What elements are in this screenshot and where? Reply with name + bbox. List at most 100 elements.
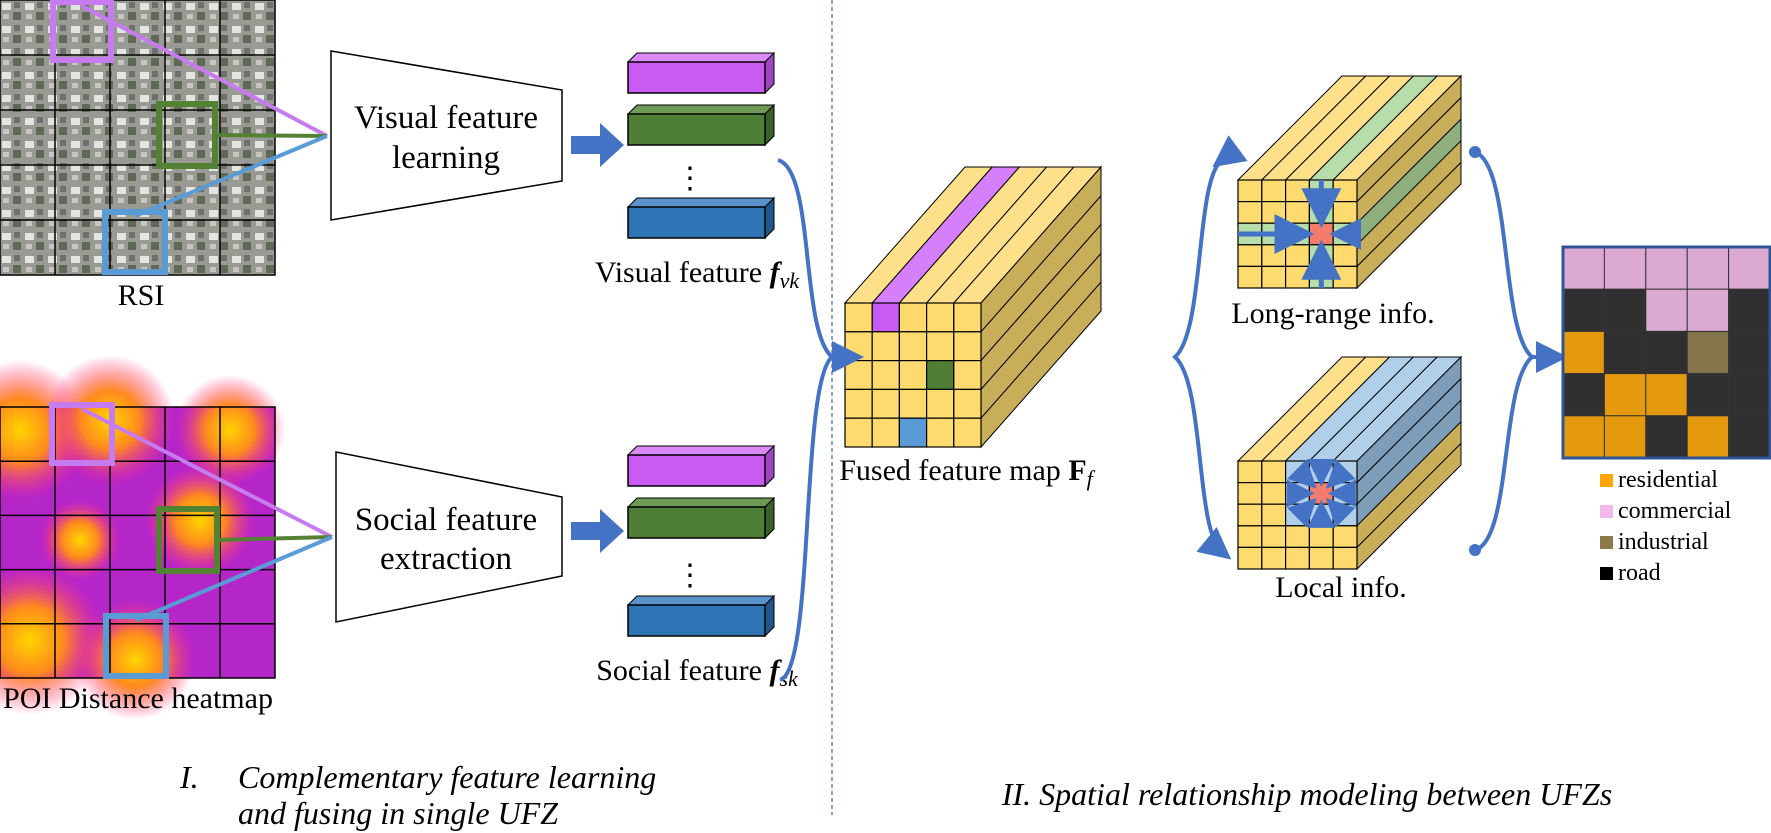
cube-cell bbox=[1261, 525, 1287, 548]
map-cell-residential bbox=[1686, 415, 1730, 459]
caption-part1-number: I. bbox=[179, 759, 199, 795]
cube-cell bbox=[1308, 222, 1334, 246]
cube-cell bbox=[871, 331, 901, 362]
map-cell-commercial bbox=[1686, 246, 1730, 290]
legend-label-commercial: commercial bbox=[1618, 498, 1732, 524]
cube-cell bbox=[871, 360, 901, 391]
map-cell-road bbox=[1603, 330, 1647, 375]
patch-arrow-green bbox=[214, 133, 328, 138]
cube-cell bbox=[1284, 265, 1310, 289]
feature-vector bbox=[627, 454, 766, 487]
cube-cell bbox=[925, 302, 955, 333]
legend-swatch-road bbox=[1600, 567, 1613, 580]
feature-vector bbox=[627, 113, 766, 146]
cube-cell bbox=[1332, 179, 1358, 203]
cube-cell bbox=[1237, 179, 1263, 203]
split-brace bbox=[1172, 135, 1248, 560]
legend: residential commercial industrial road bbox=[1600, 467, 1732, 586]
framework-diagram: RSI POI Distance heatmap Visual feature … bbox=[0, 0, 1771, 831]
cube-cell bbox=[925, 331, 955, 362]
feature-vector bbox=[627, 506, 766, 539]
cube-cell bbox=[844, 302, 873, 333]
feature-vector-top bbox=[626, 52, 776, 63]
block-arrow-icon bbox=[571, 123, 624, 167]
cube-cell bbox=[898, 360, 928, 391]
cube-cell bbox=[844, 388, 873, 419]
cube-cell bbox=[1308, 546, 1334, 570]
cube-cell bbox=[1237, 201, 1263, 224]
cube-cell bbox=[871, 302, 901, 333]
cube-cell bbox=[953, 302, 982, 333]
map-cell-commercial bbox=[1645, 246, 1688, 290]
rsi-label: RSI bbox=[118, 279, 165, 312]
cube-cell bbox=[898, 388, 928, 419]
visual-module-line1: Visual feature bbox=[354, 100, 538, 136]
cube-cell bbox=[1332, 201, 1358, 224]
social-feature-ellipsis: ⋮ bbox=[675, 559, 705, 592]
cube-cell bbox=[1237, 482, 1263, 505]
cube-cell bbox=[1261, 179, 1287, 203]
feature-vector-top bbox=[626, 445, 776, 456]
cube-cell bbox=[1237, 460, 1263, 484]
long-range-cube bbox=[1236, 74, 1463, 290]
map-cell-road bbox=[1562, 373, 1605, 417]
map-cell-commercial bbox=[1603, 246, 1647, 290]
local-cube bbox=[1236, 355, 1463, 571]
cube-cell bbox=[844, 360, 873, 391]
cube-cell bbox=[844, 417, 873, 448]
feature-vector-top bbox=[626, 104, 776, 115]
cube-cell bbox=[1284, 546, 1310, 570]
cube-cell bbox=[1237, 525, 1263, 548]
social-module-line1: Social feature bbox=[355, 502, 537, 538]
cube-cell bbox=[871, 417, 901, 448]
cube-cell bbox=[925, 360, 955, 391]
cube-cell bbox=[898, 302, 928, 333]
cube-cell bbox=[953, 388, 982, 419]
map-cell-residential bbox=[1603, 373, 1647, 417]
feature-vector bbox=[627, 61, 766, 94]
feature-vector-top bbox=[626, 497, 776, 508]
cube-cell bbox=[1261, 244, 1287, 268]
cube-cell bbox=[1332, 525, 1358, 548]
cube-cell bbox=[1237, 503, 1263, 527]
map-cell-road bbox=[1728, 415, 1771, 459]
map-cell-road bbox=[1728, 373, 1771, 417]
caption-part1-line2: and fusing in single UFZ bbox=[238, 795, 559, 831]
fused-feature-map bbox=[843, 165, 1103, 449]
local-info-label: Local info. bbox=[1275, 571, 1407, 604]
map-cell-road bbox=[1603, 288, 1647, 332]
map-cell-road bbox=[1728, 288, 1771, 332]
cube-cell bbox=[1237, 244, 1263, 268]
map-cell-residential bbox=[1562, 415, 1605, 459]
visual-feature-label: Visual feature fvk bbox=[595, 256, 801, 293]
cube-cell bbox=[1308, 482, 1334, 505]
social-feature-label: Social feature fsk bbox=[596, 654, 799, 691]
cube-cell bbox=[1237, 265, 1263, 289]
fusion-brace bbox=[777, 158, 836, 682]
cube-cell bbox=[1332, 244, 1358, 268]
map-cell-road bbox=[1645, 415, 1688, 459]
map-cell-road bbox=[1728, 330, 1771, 375]
feature-vector-top bbox=[626, 595, 776, 606]
legend-label-residential: residential bbox=[1618, 467, 1718, 493]
legend-label-road: road bbox=[1618, 560, 1661, 586]
cube-cell bbox=[1332, 265, 1358, 289]
map-cell-commercial bbox=[1562, 246, 1605, 290]
cube-cell bbox=[1284, 525, 1310, 548]
cube-cell bbox=[953, 417, 982, 448]
caption-part2: II. Spatial relationship modeling betwee… bbox=[1001, 776, 1612, 812]
legend-label-industrial: industrial bbox=[1618, 529, 1709, 555]
map-cell-commercial bbox=[1686, 288, 1730, 332]
brace-end-dot bbox=[1469, 544, 1481, 556]
heatmap-label: POI Distance heatmap bbox=[3, 682, 273, 715]
block-arrow-icon bbox=[571, 509, 624, 553]
map-cell-road bbox=[1645, 330, 1688, 375]
cube-cell bbox=[1261, 546, 1287, 570]
social-module-line2: extraction bbox=[380, 541, 512, 577]
cube-cell bbox=[898, 417, 928, 448]
map-cell-road bbox=[1562, 288, 1605, 332]
visual-feature-ellipsis: ⋮ bbox=[675, 162, 705, 195]
map-cell-industrial bbox=[1686, 330, 1730, 375]
cube-cell bbox=[898, 331, 928, 362]
cube-cell bbox=[1261, 503, 1287, 527]
